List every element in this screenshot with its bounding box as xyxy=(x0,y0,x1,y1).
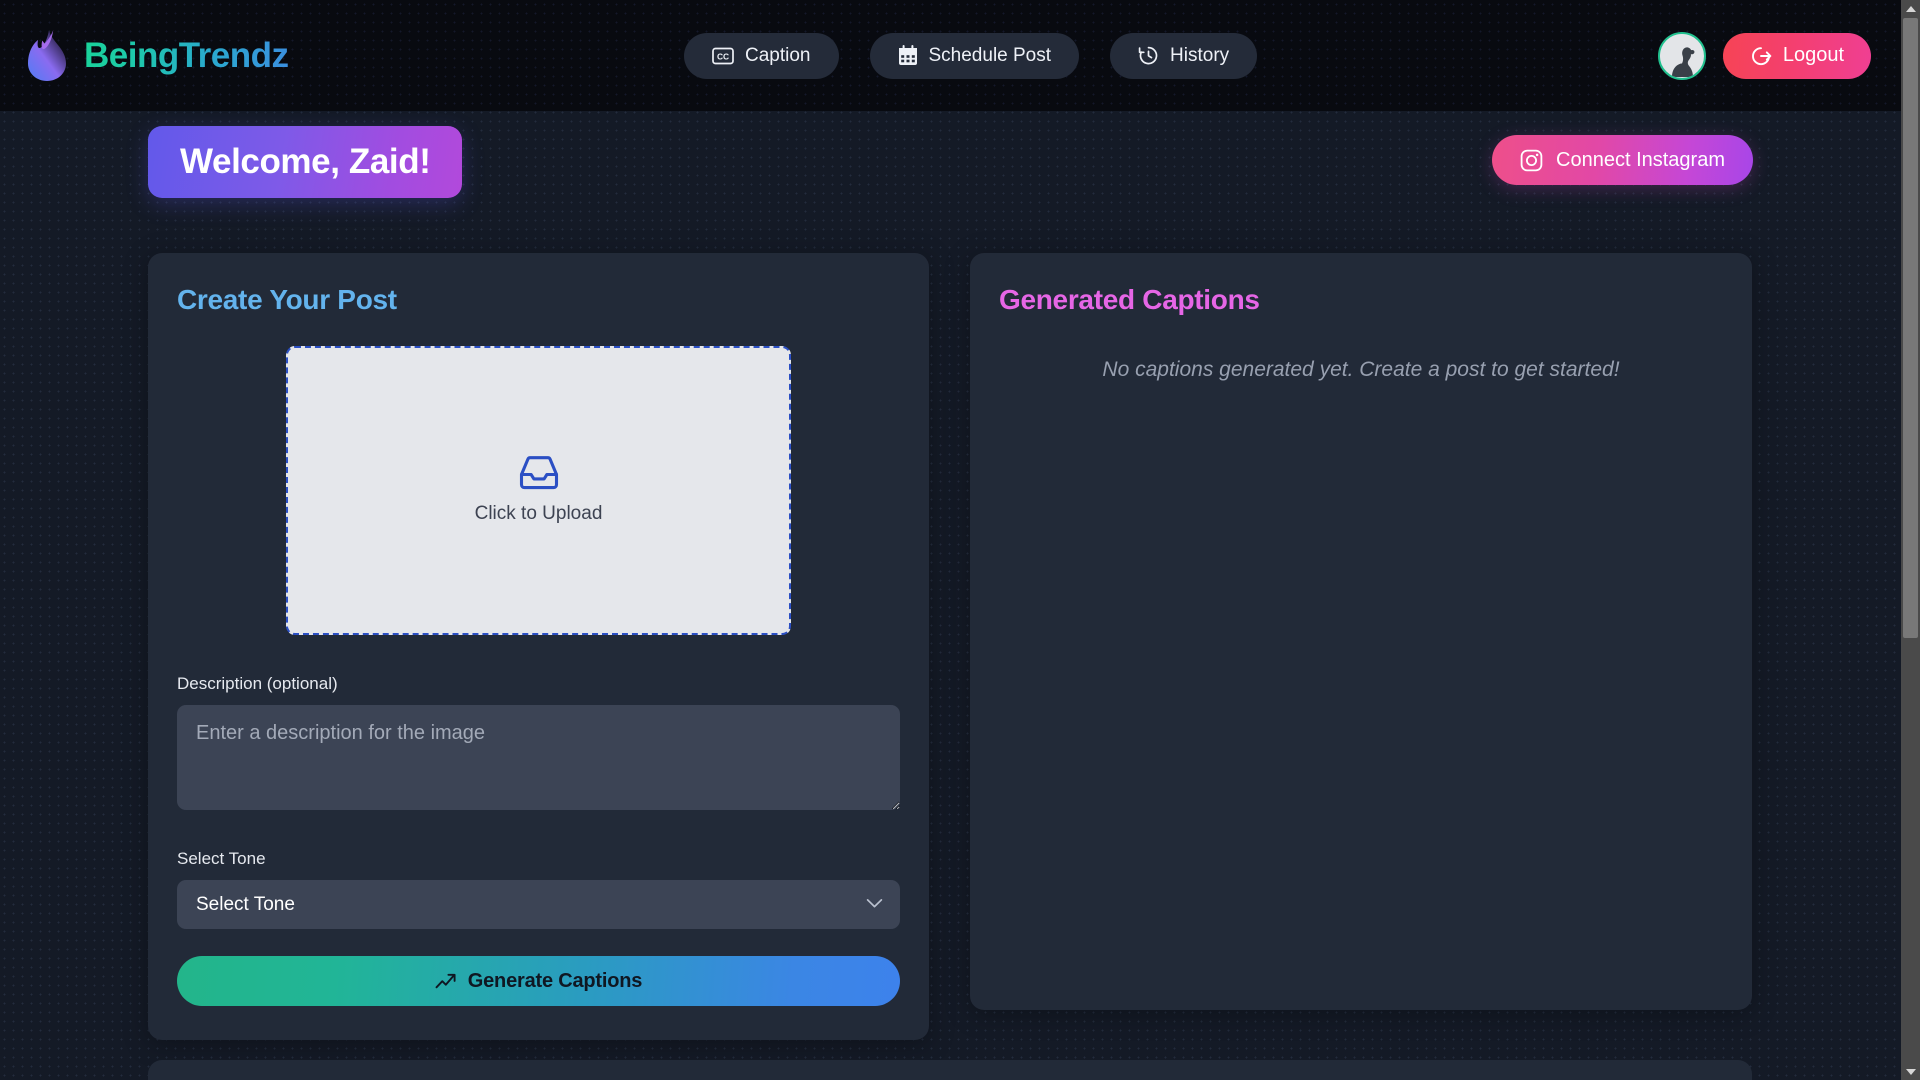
flame-icon xyxy=(24,29,70,82)
connect-instagram-label: Connect Instagram xyxy=(1556,148,1725,171)
tone-label: Select Tone xyxy=(177,849,266,868)
tone-select[interactable]: Select Tone xyxy=(177,880,900,929)
welcome-banner: Welcome, Zaid! xyxy=(148,126,463,198)
scroll-down-arrow-icon[interactable] xyxy=(1901,1063,1920,1080)
main-content: Create Your Post Click to Upload Descrip… xyxy=(148,253,1752,1040)
next-section-card xyxy=(148,1060,1752,1080)
header-actions: Logout xyxy=(1657,31,1871,80)
generated-captions-title: Generated Captions xyxy=(999,284,1260,315)
welcome-row: Welcome, Zaid! Connect Instagram xyxy=(0,111,1901,229)
upload-label: Click to Upload xyxy=(474,503,603,524)
scrollbar-thumb[interactable] xyxy=(1903,18,1918,638)
brand-name: BeingTrendz xyxy=(84,35,289,75)
empty-captions-message: No captions generated yet. Create a post… xyxy=(1102,358,1620,381)
nav-item-history[interactable]: History xyxy=(1110,32,1258,79)
scroll-up-arrow-icon[interactable] xyxy=(1901,0,1920,17)
welcome-text: Welcome, Zaid! xyxy=(180,142,431,181)
nav-item-caption[interactable]: CC Caption xyxy=(684,32,839,79)
logout-arrow-icon xyxy=(1750,45,1772,67)
calendar-icon xyxy=(898,45,918,66)
nav-item-label: History xyxy=(1170,44,1230,66)
history-clock-icon xyxy=(1138,45,1159,66)
svg-text:CC: CC xyxy=(717,51,729,61)
page-root: BeingTrendz CC Caption Schedule Post His… xyxy=(0,0,1901,1080)
nav-item-label: Schedule Post xyxy=(928,44,1052,66)
main-nav: CC Caption Schedule Post History xyxy=(684,32,1258,79)
description-input[interactable] xyxy=(177,705,900,810)
nav-item-label: Caption xyxy=(745,44,811,66)
trending-up-icon xyxy=(435,973,456,989)
instagram-icon xyxy=(1520,149,1543,172)
nav-item-schedule-post[interactable]: Schedule Post xyxy=(869,32,1080,79)
app-header: BeingTrendz CC Caption Schedule Post His… xyxy=(0,0,1901,111)
logout-button[interactable]: Logout xyxy=(1722,32,1871,79)
brand-logo-link[interactable]: BeingTrendz xyxy=(24,29,289,82)
generated-captions-panel: Generated Captions No captions generated… xyxy=(970,253,1752,1010)
tone-select-wrapper: Select Tone xyxy=(177,880,900,929)
inbox-tray-icon xyxy=(519,456,559,490)
generate-captions-label: Generate Captions xyxy=(467,969,643,992)
logout-label: Logout xyxy=(1782,44,1844,66)
image-upload-dropzone[interactable]: Click to Upload xyxy=(286,346,791,635)
closed-caption-icon: CC xyxy=(712,47,734,65)
create-post-panel: Create Your Post Click to Upload Descrip… xyxy=(148,253,929,1040)
description-label: Description (optional) xyxy=(177,674,338,693)
create-post-title: Create Your Post xyxy=(177,284,397,315)
generate-captions-button[interactable]: Generate Captions xyxy=(177,956,900,1006)
connect-instagram-button[interactable]: Connect Instagram xyxy=(1492,135,1753,185)
avatar[interactable] xyxy=(1657,31,1706,80)
page-scrollbar[interactable] xyxy=(1901,0,1920,1080)
